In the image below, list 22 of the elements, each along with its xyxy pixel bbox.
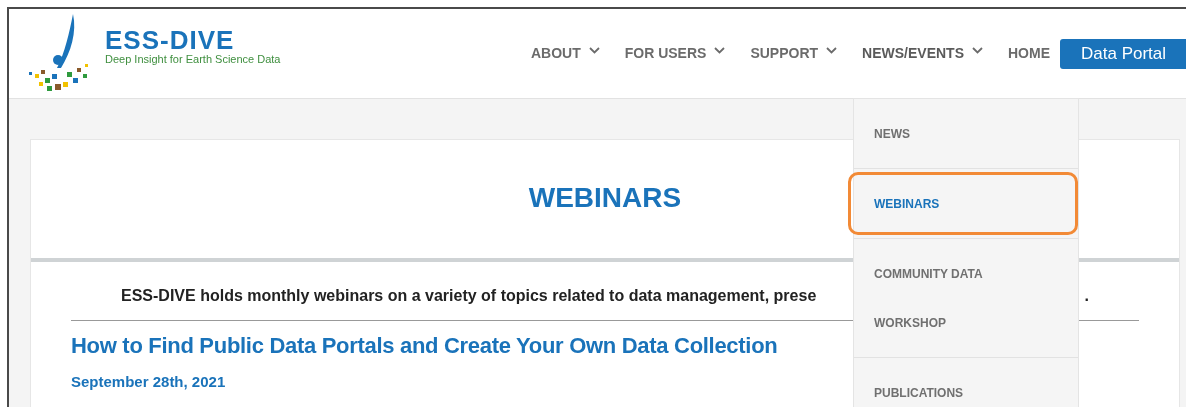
- chevron-down-icon: [714, 47, 726, 54]
- chevron-down-icon: [826, 47, 838, 54]
- webinar-title-link[interactable]: How to Find Public Data Portals and Create Your Own Data Collection: [71, 331, 778, 361]
- logo-tagline: Deep Insight for Earth Science Data: [105, 53, 281, 66]
- page-title: WEBINARS: [528, 180, 682, 215]
- logo-wordmark: ESS-DIVE: [105, 27, 236, 53]
- data-portal-button[interactable]: Data Portal: [1060, 38, 1186, 69]
- intro-text-end: .: [1084, 286, 1089, 306]
- nav-link[interactable]: FOR USERS: [624, 43, 726, 64]
- intro-text: ESS-DIVE holds monthly webinars on a variety of topics related to data management, prese: [121, 286, 817, 306]
- nav-link[interactable]: HOME: [1008, 43, 1050, 64]
- chevron-down-icon: [972, 47, 983, 54]
- dropdown-item[interactable]: WEBINARS: [874, 194, 940, 213]
- nav-link[interactable]: SUPPORT: [750, 43, 838, 64]
- chevron-down-icon: [588, 47, 600, 54]
- nav-link[interactable]: ABOUT: [530, 43, 600, 64]
- dropdown-item[interactable]: WORKSHOP: [874, 313, 946, 332]
- dropdown-item[interactable]: COMMUNITY DATA: [874, 264, 983, 283]
- dropdown-item[interactable]: PUBLICATIONS: [874, 383, 964, 402]
- webinar-date: September 28th, 2021: [71, 372, 226, 392]
- dropdown-item[interactable]: NEWS: [874, 124, 910, 143]
- nav-link[interactable]: NEWS/EVENTS: [862, 43, 983, 64]
